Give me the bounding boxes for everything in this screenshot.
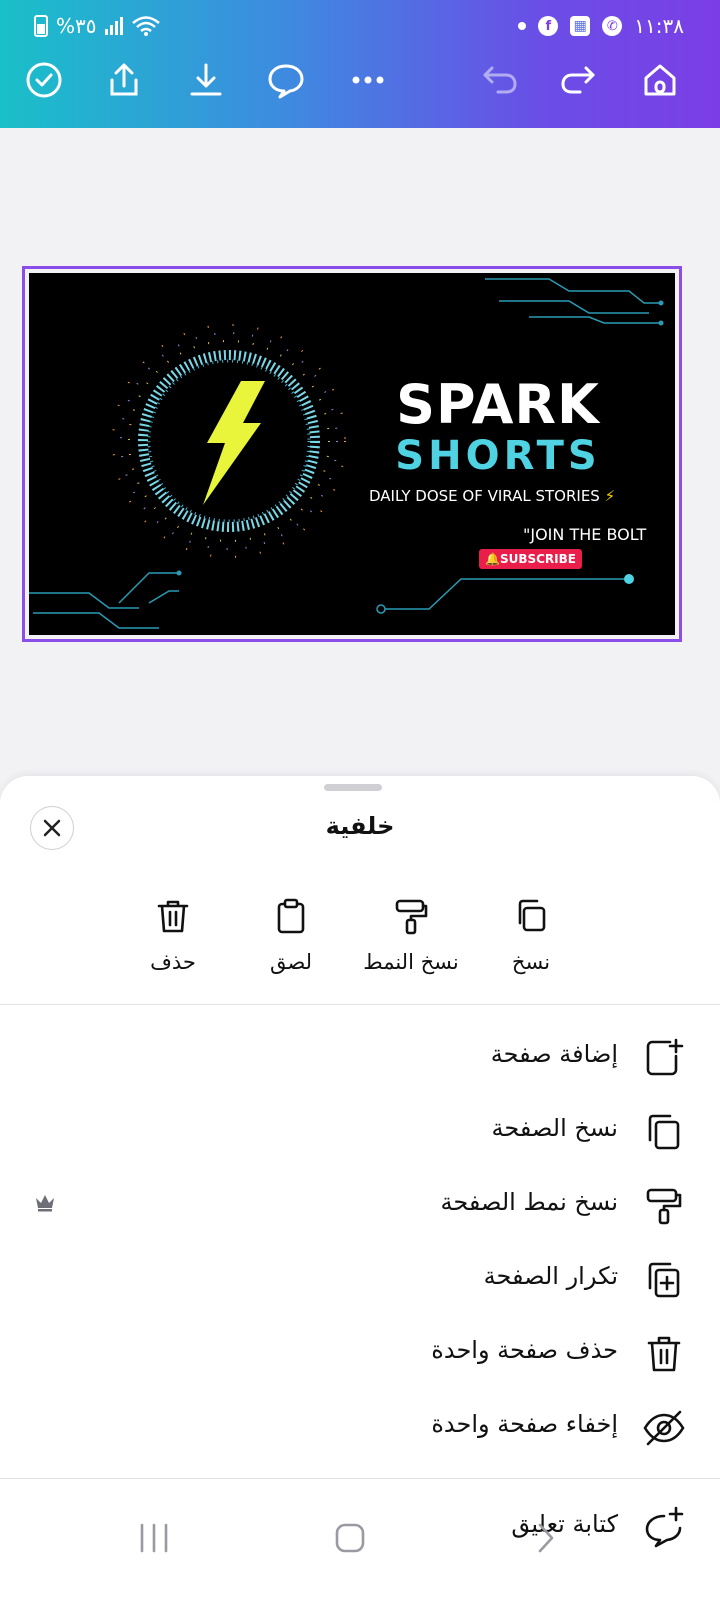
more-icon[interactable] (346, 58, 390, 102)
sheet-title: خلفية (325, 812, 395, 840)
gallery-icon: ▦ (570, 16, 591, 36)
copy-icon (518, 899, 546, 932)
menu-delete-page[interactable]: حذف صفحة واحدة (0, 1318, 720, 1390)
status-right: f ▦ ✆ ١١:٣٨ (518, 14, 684, 38)
menu-copy-page-label: نسخ الصفحة (491, 1114, 618, 1142)
design-join-text[interactable]: "JOIN THE BOLT (523, 525, 646, 544)
tagline-text: DAILY DOSE OF VIRAL STORIES (369, 487, 600, 505)
comment-icon[interactable] (264, 58, 308, 102)
duplicate-page-icon (642, 1258, 686, 1302)
menu-copy-page-style-label: نسخ نمط الصفحة (440, 1188, 618, 1216)
home-nav-button[interactable] (332, 1518, 368, 1558)
crown-pro-icon (36, 1195, 54, 1212)
selected-design-frame[interactable]: SPARK SHORTS DAILY DOSE OF VIRAL STORIES… (22, 266, 682, 642)
clipboard-icon (277, 898, 305, 934)
trash-icon (157, 900, 189, 933)
back-nav-icon (538, 1523, 554, 1553)
home-icon[interactable] (638, 58, 682, 102)
download-icon[interactable] (184, 58, 228, 102)
paint-roller-icon (395, 899, 428, 935)
menu-hide-page-label: إخفاء صفحة واحدة (431, 1410, 618, 1438)
add-page-icon (642, 1036, 686, 1080)
top-toolbar: %٣٥ f ▦ ✆ ١١:٣٨ (0, 0, 720, 128)
design-title-spark[interactable]: SPARK (395, 373, 601, 436)
facebook-icon: f (538, 16, 559, 36)
notification-dot-icon (518, 22, 527, 30)
paste-label: لصق (269, 950, 313, 974)
design-page[interactable]: SPARK SHORTS DAILY DOSE OF VIRAL STORIES… (29, 273, 675, 635)
design-tagline[interactable]: DAILY DOSE OF VIRAL STORIES ⚡ (369, 487, 615, 505)
sheet-divider-bottom (0, 1478, 720, 1479)
paste-button[interactable]: لصق (236, 896, 346, 974)
copy-page-icon (642, 1110, 686, 1154)
eye-off-icon (642, 1406, 686, 1450)
tagline-bolt-emoji: ⚡ (604, 487, 616, 505)
share-icon[interactable] (102, 58, 146, 102)
whatsapp-icon: ✆ (602, 16, 623, 36)
delete-button[interactable]: حذف (118, 896, 228, 974)
battery-icon (34, 15, 48, 37)
trash-icon (642, 1332, 686, 1376)
sheet-divider (0, 1004, 720, 1005)
design-title-shorts[interactable]: SHORTS (395, 433, 601, 479)
menu-duplicate-page[interactable]: تكرار الصفحة (0, 1244, 720, 1316)
copy-style-button[interactable]: نسخ النمط (356, 896, 466, 974)
copy-label: نسخ (511, 950, 551, 974)
wifi-icon (131, 16, 160, 36)
copy-button[interactable]: نسخ (476, 896, 586, 974)
quick-actions: نسخ نسخ النمط لصق حذف (0, 896, 720, 996)
design-subscribe-badge[interactable]: 🔔SUBSCRIBE (479, 549, 582, 569)
status-time: ١١:٣٨ (634, 14, 684, 38)
page-options-sheet: خلفية نسخ نسخ النمط لصق حذف إضافة صفحة ن… (0, 776, 720, 1600)
copy-style-label: نسخ النمط (363, 950, 459, 974)
menu-add-page-label: إضافة صفحة (490, 1040, 618, 1068)
status-bar: %٣٥ f ▦ ✆ ١١:٣٨ (0, 10, 720, 42)
menu-delete-page-label: حذف صفحة واحدة (431, 1336, 618, 1364)
recent-apps-icon (140, 1523, 168, 1553)
menu-hide-page[interactable]: إخفاء صفحة واحدة (0, 1392, 720, 1464)
battery-text: %٣٥ (56, 14, 97, 38)
sheet-drag-handle[interactable] (324, 784, 382, 791)
menu-add-page[interactable]: إضافة صفحة (0, 1022, 720, 1094)
system-nav-bar (0, 1496, 720, 1600)
redo-icon[interactable] (556, 58, 600, 102)
paint-roller-icon (642, 1184, 686, 1228)
menu-copy-page[interactable]: نسخ الصفحة (0, 1096, 720, 1168)
back-nav-button[interactable] (534, 1518, 558, 1558)
menu-duplicate-page-label: تكرار الصفحة (483, 1262, 618, 1290)
check-circle-icon[interactable] (22, 58, 66, 102)
status-left: %٣٥ (34, 14, 161, 38)
home-nav-icon (335, 1523, 365, 1553)
undo-icon[interactable] (478, 58, 522, 102)
menu-copy-page-style[interactable]: نسخ نمط الصفحة (0, 1170, 720, 1242)
signal-icon (104, 17, 123, 35)
delete-label: حذف (150, 950, 196, 974)
canvas-area: SPARK SHORTS DAILY DOSE OF VIRAL STORIES… (0, 128, 720, 788)
recent-apps-button[interactable] (136, 1518, 172, 1558)
